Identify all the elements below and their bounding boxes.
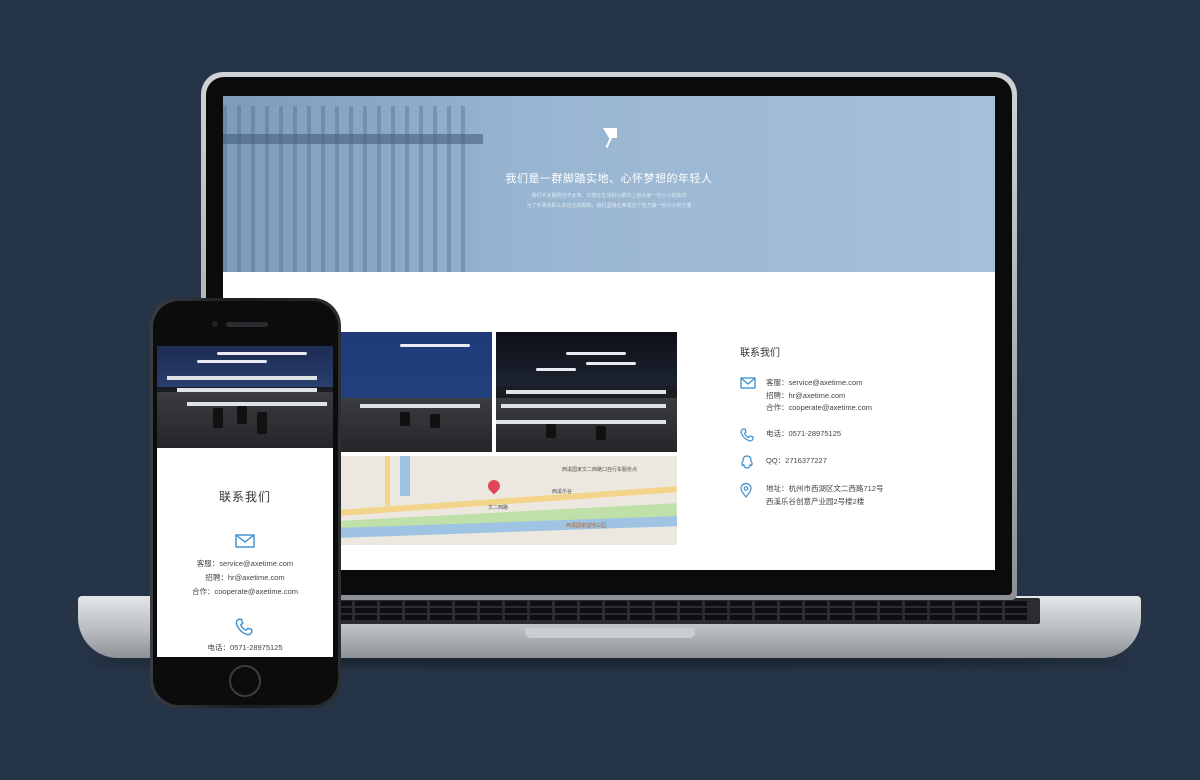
coop-email[interactable]: cooperate@axetime.com [789,403,873,412]
flag-icon [603,128,617,148]
location-map[interactable]: 西溪乐谷 文二西路 西溪国家湿地公园 西溪国家文二西路口自行车服务点 [340,456,677,545]
service-label: 客服： [766,378,789,387]
phone-camera [212,321,218,327]
qq-number[interactable]: 2716377227 [785,456,827,465]
phone-icon [235,618,253,636]
map-label: 西溪国家文二西路口自行车服务点 [562,467,638,473]
phone-contact-title: 联系我们 [218,490,271,504]
envelope-icon [235,534,255,548]
phone-hr-line[interactable]: 招聘：hr@axetime.com [157,572,333,583]
hero-banner: 我们是一群脚踏实地、心怀梦想的年轻人 我们不太聪明也不太笨，只想在生活的小细节上… [223,96,995,272]
hr-email[interactable]: hr@axetime.com [789,391,846,400]
location-pin-icon [740,483,752,498]
map-label: 文二西路 [488,505,509,511]
hr-email-line[interactable]: 招聘：hr@axetime.com [766,390,872,403]
hero-subtitle-line-2: 为了不辜负那么多信任的眼睛，我们坚持在西溪这个地方做一份小小的力量 [526,203,692,209]
map-label: 西溪国家湿地公园 [566,523,607,529]
phone-office-photo [157,346,333,448]
coop-label: 合作： [766,403,789,412]
pier-image [223,106,473,272]
map-pin-icon [485,477,503,495]
qq-label: QQ： [766,456,786,465]
address-label: 地址： [766,484,789,493]
phone-label: 电话： [766,429,789,438]
qq-icon [741,455,753,469]
map-label: 西溪乐谷 [552,489,573,495]
address-line-2: 西溪乐谷创意产业园2号楼2楼 [766,496,865,506]
service-email-line[interactable]: 客服：service@axetime.com [766,377,872,390]
phone-coop-line[interactable]: 合作：cooperate@axetime.com [157,586,333,597]
service-email[interactable]: service@axetime.com [789,378,863,387]
laptop-trackpad-notch [525,628,695,638]
contact-title: 联系我们 [740,348,780,359]
phone-service-line[interactable]: 客服：service@axetime.com [157,558,333,569]
hr-label: 招聘： [766,390,789,400]
office-photo-2 [496,332,677,452]
phone-screen: 联系我们 客服：service@axetime.com 招聘：hr@axetim… [157,346,333,657]
coop-email-line[interactable]: 合作：cooperate@axetime.com [766,402,872,415]
phone-phone-line[interactable]: 电话：0571-28975125 [157,642,333,653]
office-photo-1 [340,332,492,452]
hero-subtitle-line-1: 我们不太聪明也不太笨，只想在生活的小细节上给大家一份小小的快乐 [531,193,687,199]
address-line-1: 杭州市西湖区文二西路712号 [788,484,884,493]
hero-title: 我们是一群脚踏实地、心怀梦想的年轻人 [505,173,713,185]
phone-speaker [226,322,268,327]
phone-home-button[interactable] [229,665,261,697]
phone-icon [740,428,754,442]
pier-deck [223,134,483,144]
laptop-keyboard [320,598,1040,624]
envelope-icon [740,377,756,389]
phone-number[interactable]: 0571-28975125 [789,429,842,438]
